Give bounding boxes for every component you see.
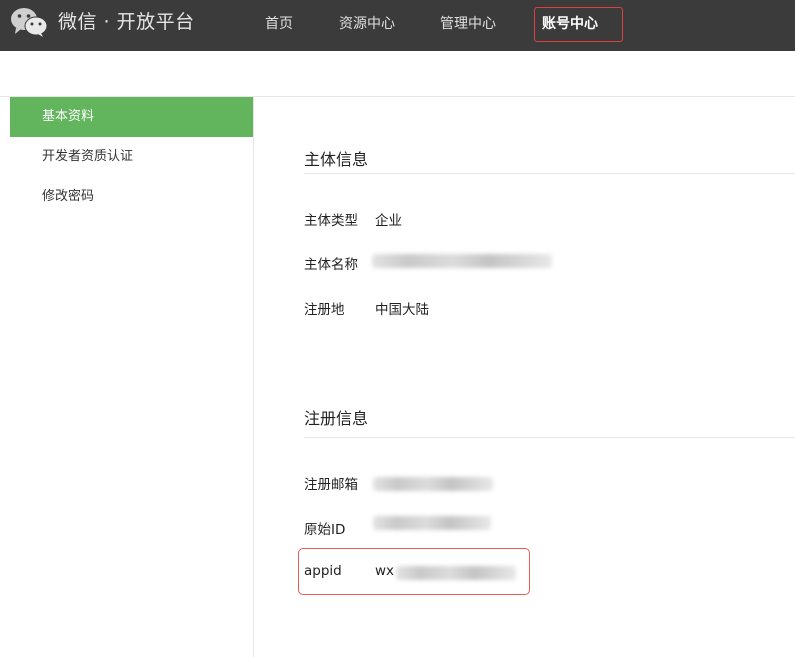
wechat-logo-icon[interactable]: [10, 6, 48, 38]
sidebar-item-basic-info[interactable]: 基本资料: [10, 97, 253, 137]
value-subject-type: 企业: [375, 213, 402, 229]
redacted-original-id: [373, 516, 491, 530]
label-register-email: 注册邮箱: [304, 477, 358, 493]
section-title-subject-info: 主体信息: [304, 150, 369, 169]
label-appid: appid: [304, 563, 342, 579]
section-divider: [304, 437, 795, 438]
nav-home[interactable]: 首页: [265, 13, 293, 33]
redacted-subject-name: [372, 254, 552, 268]
nav-highlight-box: [534, 7, 623, 42]
label-original-id: 原始ID: [304, 522, 346, 538]
value-register-location: 中国大陆: [375, 302, 429, 318]
section-divider: [304, 173, 795, 174]
sidebar-item-developer-verification[interactable]: 开发者资质认证: [10, 137, 253, 177]
redacted-appid: [396, 566, 516, 580]
nav-management-center[interactable]: 管理中心: [440, 13, 496, 33]
section-title-register-info: 注册信息: [304, 409, 369, 428]
top-navigation-bar: 微信 · 开放平台 首页 资源中心 管理中心 账号中心: [0, 0, 795, 51]
redacted-register-email: [373, 477, 493, 491]
nav-resource-center[interactable]: 资源中心: [339, 13, 395, 33]
label-register-location: 注册地: [304, 302, 345, 318]
value-appid: wx: [375, 563, 395, 579]
platform-title: 微信 · 开放平台: [58, 11, 195, 33]
sidebar: 基本资料 开发者资质认证 修改密码: [10, 97, 254, 657]
label-subject-name: 主体名称: [304, 257, 358, 273]
sidebar-item-change-password[interactable]: 修改密码: [10, 177, 253, 217]
label-subject-type: 主体类型: [304, 213, 358, 229]
